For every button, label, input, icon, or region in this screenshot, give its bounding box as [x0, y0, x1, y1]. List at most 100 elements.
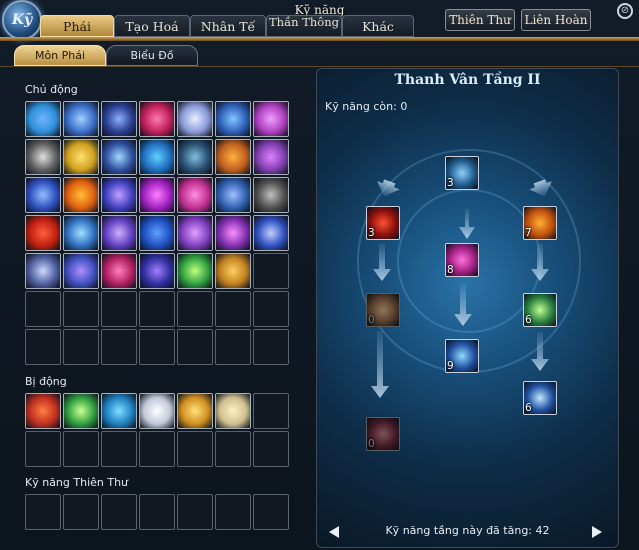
passive-skill-icon[interactable]: [215, 393, 251, 429]
active-skill-icon[interactable]: [253, 101, 289, 137]
active-skill-icon[interactable]: [63, 253, 99, 289]
active-skill-icon[interactable]: [177, 101, 213, 137]
tab-than-thong[interactable]: Thần Thông: [266, 15, 342, 37]
empty-skill-slot[interactable]: [139, 494, 175, 530]
active-skill-icon[interactable]: [139, 177, 175, 213]
tier-points-value: 42: [535, 524, 550, 537]
empty-skill-slot[interactable]: [139, 329, 175, 365]
tree-node-left1[interactable]: 3: [366, 206, 400, 240]
empty-skill-slot[interactable]: [139, 431, 175, 467]
empty-skill-slot[interactable]: [253, 329, 289, 365]
passive-skill-icon[interactable]: [25, 393, 61, 429]
passive-skill-icon[interactable]: [101, 393, 137, 429]
active-skill-icon[interactable]: [25, 215, 61, 251]
active-skill-icon[interactable]: [215, 215, 251, 251]
heaven-book-skill-grid: [25, 494, 289, 530]
empty-skill-slot[interactable]: [101, 329, 137, 365]
empty-skill-slot[interactable]: [177, 291, 213, 327]
active-skill-icon[interactable]: [177, 253, 213, 289]
empty-skill-slot[interactable]: [25, 329, 61, 365]
lien-hoan-button[interactable]: Liên Hoàn: [521, 9, 591, 31]
empty-skill-slot[interactable]: [101, 431, 137, 467]
passive-skill-icon[interactable]: [63, 393, 99, 429]
empty-skill-slot[interactable]: [177, 431, 213, 467]
tree-node-right2[interactable]: 6: [523, 293, 557, 327]
tree-node-right3[interactable]: 6: [523, 381, 557, 415]
active-skill-icon[interactable]: [253, 177, 289, 213]
empty-skill-slot[interactable]: [25, 291, 61, 327]
empty-skill-slot[interactable]: [63, 431, 99, 467]
tree-node-top[interactable]: 3: [445, 156, 479, 190]
empty-skill-slot[interactable]: [177, 329, 213, 365]
empty-skill-slot[interactable]: [25, 494, 61, 530]
active-skill-icon[interactable]: [139, 253, 175, 289]
active-skill-icon[interactable]: [63, 101, 99, 137]
tab-tao-hoa[interactable]: Tạo Hoá: [114, 15, 190, 37]
active-skill-icon[interactable]: [253, 215, 289, 251]
subtab-mon-phai[interactable]: Môn Phái: [14, 45, 106, 66]
empty-skill-slot[interactable]: [139, 291, 175, 327]
empty-skill-slot[interactable]: [63, 291, 99, 327]
empty-skill-slot[interactable]: [253, 253, 289, 289]
subtab-bieu-do[interactable]: Biểu Đồ: [106, 45, 198, 66]
active-skill-icon[interactable]: [25, 139, 61, 175]
empty-skill-slot[interactable]: [215, 494, 251, 530]
empty-skill-slot[interactable]: [101, 494, 137, 530]
active-skill-icon[interactable]: [101, 177, 137, 213]
empty-skill-slot[interactable]: [253, 393, 289, 429]
active-skill-icon[interactable]: [101, 139, 137, 175]
active-skill-icon[interactable]: [215, 177, 251, 213]
active-skill-icon[interactable]: [63, 177, 99, 213]
active-skill-icon[interactable]: [139, 139, 175, 175]
subtab-divider: [0, 66, 639, 67]
active-skill-icon[interactable]: [177, 139, 213, 175]
active-skill-icon[interactable]: [215, 101, 251, 137]
active-skill-grid: [25, 101, 289, 365]
active-skill-icon[interactable]: [25, 101, 61, 137]
node-level: 0: [368, 314, 375, 326]
active-skill-icon[interactable]: [63, 139, 99, 175]
skill-tree-panel: Thanh Vân Tầng II Kỹ năng còn: 0 3 3 7 8…: [316, 68, 619, 548]
empty-skill-slot[interactable]: [253, 494, 289, 530]
node-level: 0: [368, 438, 375, 450]
node-level: 6: [525, 314, 532, 326]
active-skill-icon[interactable]: [63, 215, 99, 251]
active-skill-icon[interactable]: [25, 177, 61, 213]
active-skill-icon[interactable]: [101, 101, 137, 137]
thien-thu-button[interactable]: Thiên Thư: [445, 9, 515, 31]
empty-skill-slot[interactable]: [63, 329, 99, 365]
tree-node-left3[interactable]: 0: [366, 417, 400, 451]
empty-skill-slot[interactable]: [215, 329, 251, 365]
passive-skill-icon[interactable]: [139, 393, 175, 429]
tree-node-left2[interactable]: 0: [366, 293, 400, 327]
empty-skill-slot[interactable]: [63, 494, 99, 530]
empty-skill-slot[interactable]: [101, 291, 137, 327]
active-skill-icon[interactable]: [177, 215, 213, 251]
empty-skill-slot[interactable]: [215, 431, 251, 467]
node-level: 6: [525, 402, 532, 414]
empty-skill-slot[interactable]: [253, 291, 289, 327]
tab-phai[interactable]: Phái: [40, 15, 114, 37]
tab-khac[interactable]: Khác: [342, 15, 414, 37]
active-skill-icon[interactable]: [253, 139, 289, 175]
empty-skill-slot[interactable]: [177, 494, 213, 530]
active-skill-icon[interactable]: [139, 215, 175, 251]
active-skill-icon[interactable]: [177, 177, 213, 213]
active-skill-icon[interactable]: [215, 139, 251, 175]
tree-node-mid2[interactable]: 9: [445, 339, 479, 373]
close-icon[interactable]: ⊘: [617, 3, 633, 19]
active-skill-icon[interactable]: [215, 253, 251, 289]
next-page-arrow-icon[interactable]: [592, 526, 602, 538]
active-skill-icon[interactable]: [101, 215, 137, 251]
passive-skill-icon[interactable]: [177, 393, 213, 429]
tree-node-mid[interactable]: 8: [445, 243, 479, 277]
tree-node-right1[interactable]: 7: [523, 206, 557, 240]
empty-skill-slot[interactable]: [253, 431, 289, 467]
empty-skill-slot[interactable]: [215, 291, 251, 327]
active-skill-icon[interactable]: [101, 253, 137, 289]
skill-tree-arrows: [371, 179, 552, 398]
empty-skill-slot[interactable]: [25, 431, 61, 467]
active-skill-icon[interactable]: [139, 101, 175, 137]
active-skill-icon[interactable]: [25, 253, 61, 289]
tab-nhan-te[interactable]: Nhân Tế: [190, 15, 266, 37]
